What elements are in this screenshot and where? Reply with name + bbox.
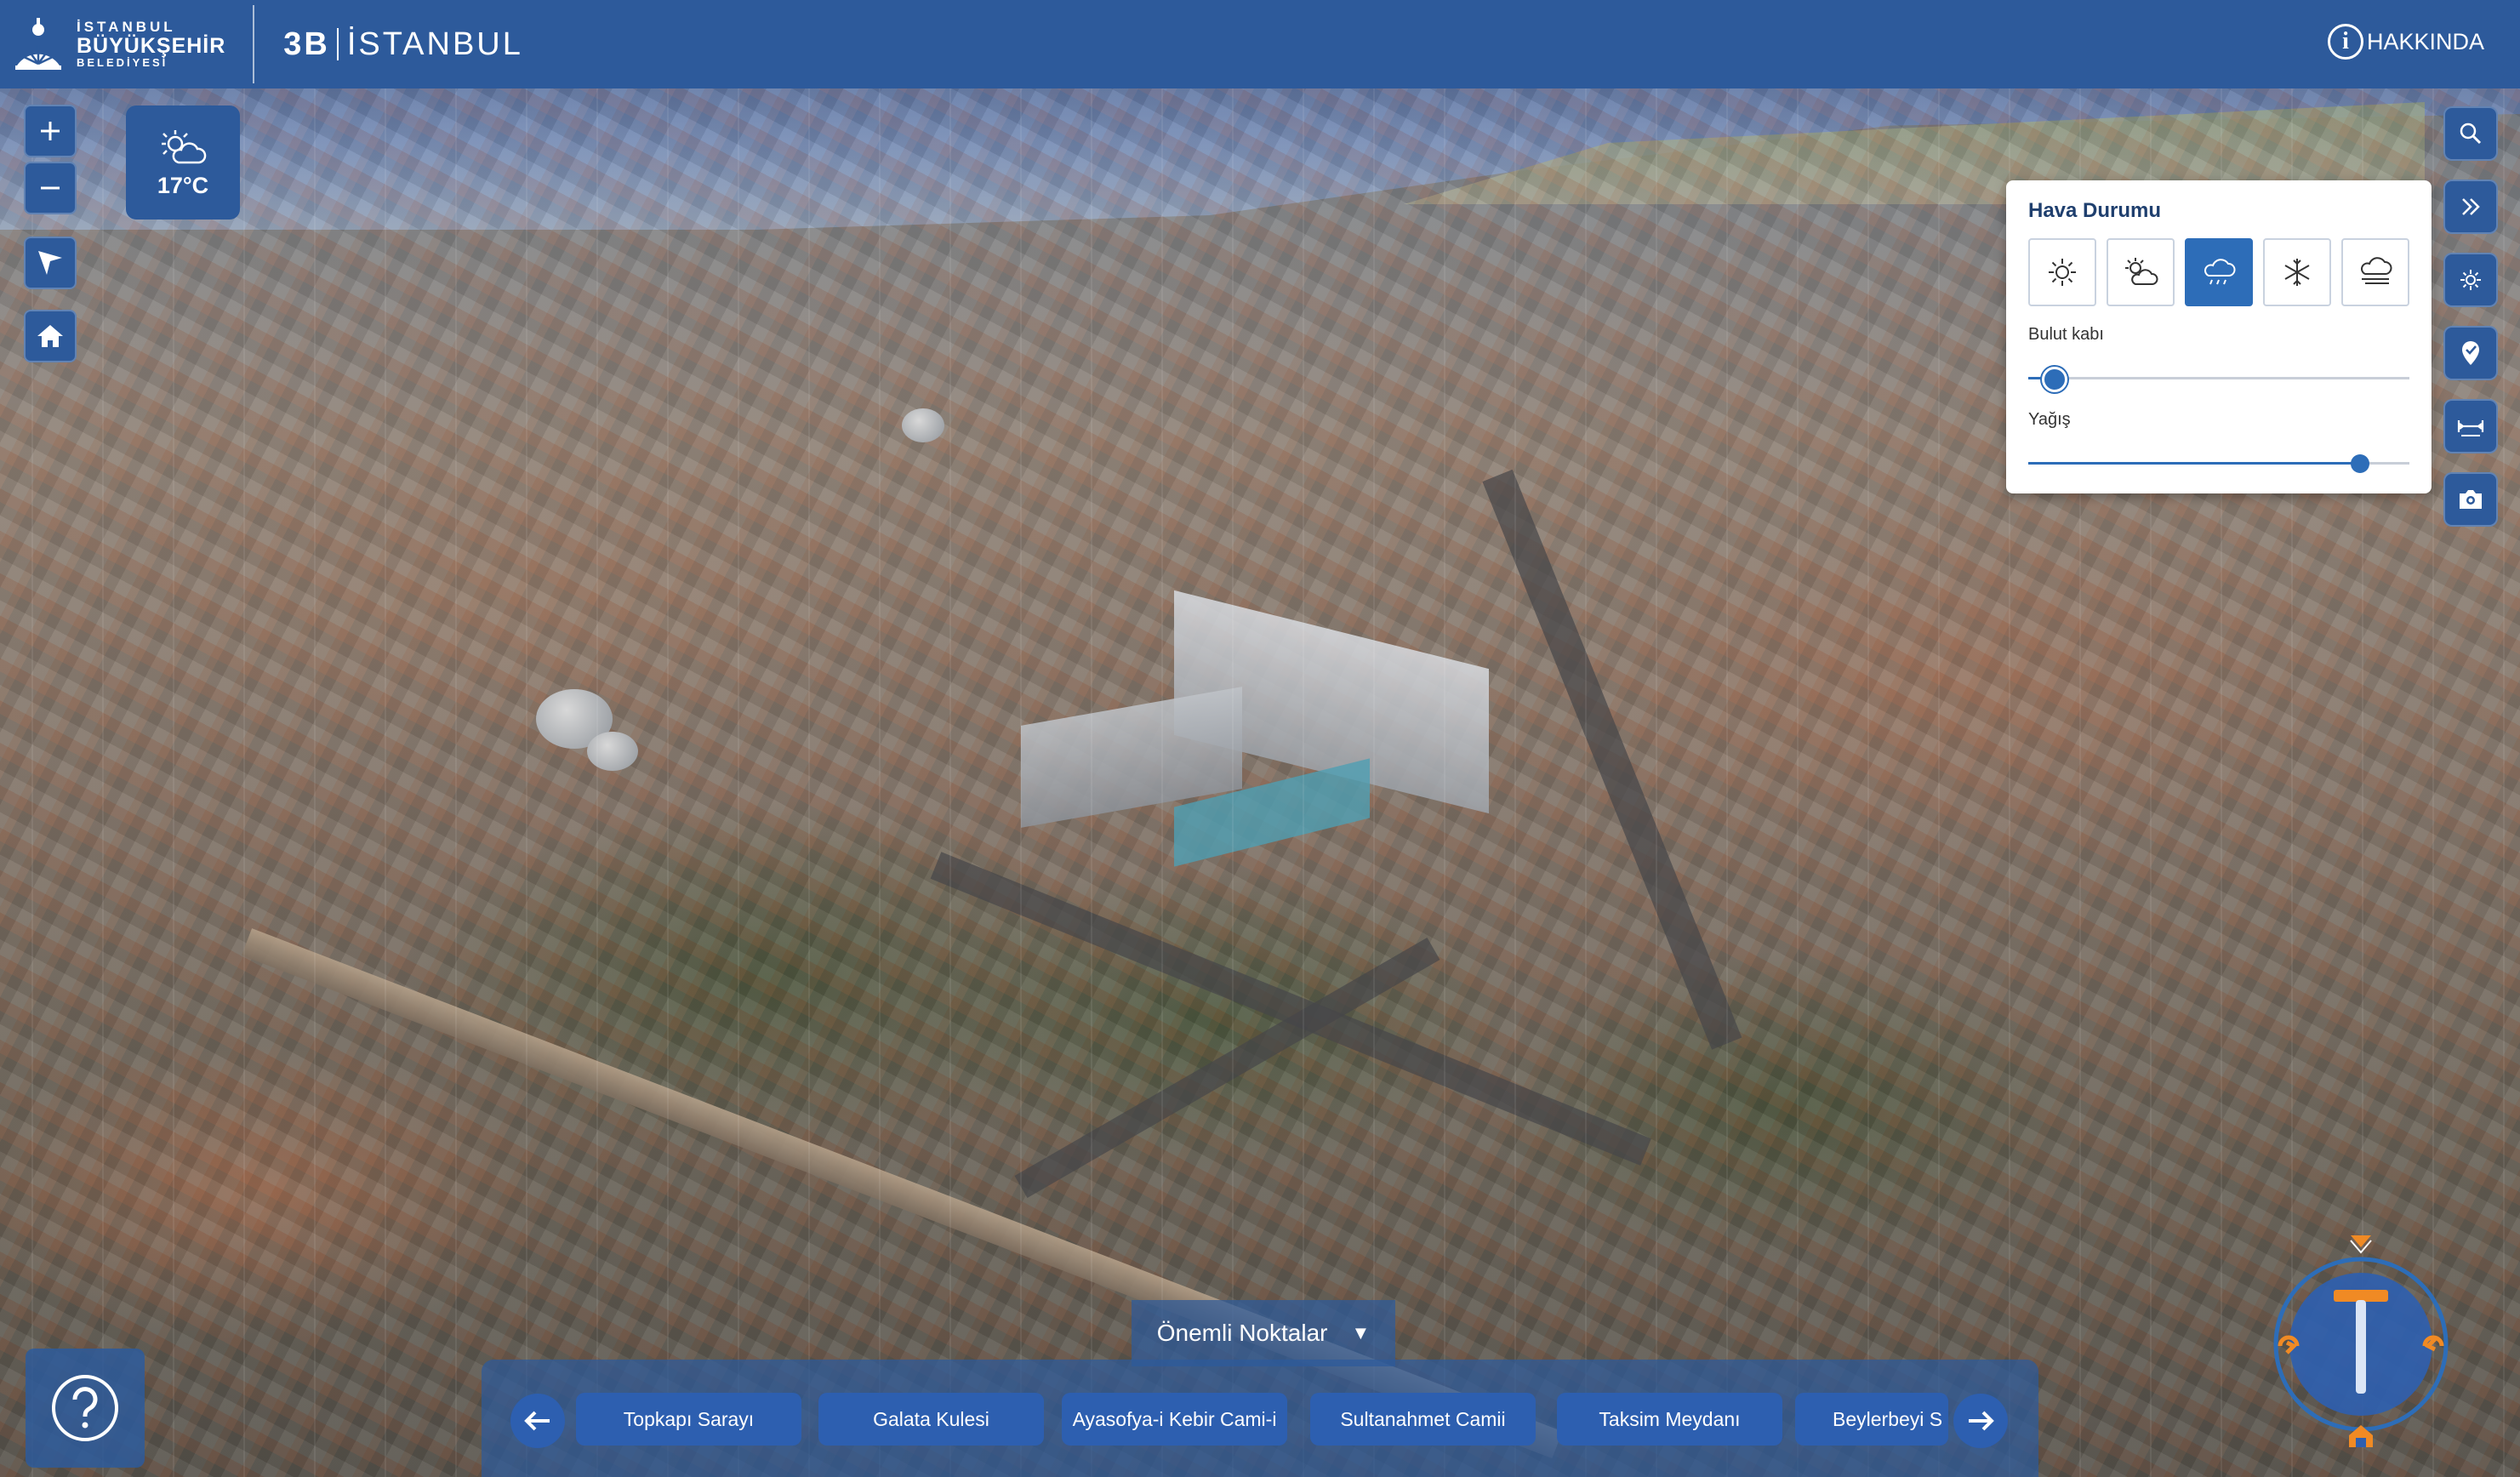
weather-panel: Hava Durumu Bulut kabı Yağış <box>2006 180 2432 493</box>
header-divider <box>253 5 255 83</box>
question-circle-icon <box>52 1375 118 1441</box>
arrow-left-icon <box>524 1411 550 1431</box>
home-view-button[interactable] <box>24 310 77 362</box>
poi-item[interactable]: Galata Kulesi <box>818 1393 1044 1446</box>
poi-item[interactable]: Taksim Meydanı <box>1557 1393 1782 1446</box>
slider-knob[interactable] <box>2042 367 2068 392</box>
org-line-1: İSTANBUL <box>77 19 176 36</box>
org-line-2: BÜYÜKŞEHİR <box>77 33 226 58</box>
snowflake-icon <box>2284 259 2310 286</box>
precipitation-label: Yağış <box>2028 410 2071 429</box>
compass-icon[interactable] <box>2263 1225 2459 1463</box>
partly-cloudy-icon <box>162 129 207 163</box>
navigate-button[interactable] <box>24 237 77 289</box>
weather-mode-fog[interactable] <box>2341 238 2409 306</box>
camera-icon <box>2460 490 2482 509</box>
weather-mode-sunny[interactable] <box>2028 238 2096 306</box>
info-circle-icon: i <box>2327 24 2363 60</box>
plus-icon <box>41 122 60 140</box>
double-chevron-right-icon <box>2462 198 2480 215</box>
temperature-readout: 17°C <box>157 172 209 198</box>
zoom-in-button[interactable] <box>24 105 77 157</box>
measure-button[interactable] <box>2443 399 2498 453</box>
weather-panel-title: Hava Durumu <box>2028 199 2162 222</box>
location-button[interactable] <box>2443 326 2498 380</box>
about-label: HAKKINDA <box>2366 28 2484 54</box>
ibb-emblem-icon <box>15 18 61 70</box>
sun-icon <box>2049 259 2076 286</box>
poi-prev-button[interactable] <box>510 1394 565 1448</box>
ibb-logo[interactable]: İSTANBUL BÜYÜKŞEHİR BELEDİYESİ <box>9 0 225 88</box>
weather-widget[interactable]: 17°C <box>126 106 240 220</box>
brand-3b: 3B <box>283 26 330 62</box>
top-header: İSTANBUL BÜYÜKŞEHİR BELEDİYESİ 3B İSTANB… <box>0 0 2520 88</box>
poi-toggle[interactable]: Önemli Noktalar ▼ <box>1132 1300 1395 1366</box>
arrow-right-icon <box>1969 1411 1994 1431</box>
poi-item[interactable]: Ayasofya-i Kebir Cami-i <box>1062 1393 1287 1446</box>
about-button[interactable]: i HAKKINDA <box>2327 24 2484 60</box>
search-button[interactable] <box>2443 106 2498 161</box>
app-brand[interactable]: 3B İSTANBUL <box>283 26 523 63</box>
poi-item[interactable]: Beylerbeyi S <box>1795 1393 1948 1446</box>
sun-icon <box>2460 270 2481 290</box>
rain-icon <box>2204 259 2236 285</box>
home-icon <box>37 325 63 347</box>
precipitation-slider[interactable] <box>2028 450 2409 476</box>
collapse-panel-button[interactable] <box>2443 180 2498 234</box>
search-icon <box>2460 123 2482 145</box>
poi-toggle-label: Önemli Noktalar <box>1156 1320 1328 1346</box>
weather-mode-snow[interactable] <box>2263 238 2331 306</box>
slider-fill <box>2028 462 2360 465</box>
slider-track <box>2028 377 2409 379</box>
screenshot-button[interactable] <box>2443 472 2498 527</box>
zoom-out-button[interactable] <box>24 162 77 214</box>
fog-icon <box>2361 257 2392 284</box>
location-pin-icon <box>2462 341 2479 365</box>
org-line-3: BELEDİYESİ <box>77 56 168 70</box>
poi-item[interactable]: Topkapı Sarayı <box>576 1393 801 1446</box>
slider-knob[interactable] <box>2350 454 2369 473</box>
brand-istanbul: İSTANBUL <box>346 26 523 62</box>
weather-mode-group <box>2028 238 2409 306</box>
weather-mode-rain[interactable] <box>2185 238 2253 306</box>
brand-separator <box>336 28 339 60</box>
help-button[interactable] <box>26 1349 145 1468</box>
weather-button[interactable] <box>2443 253 2498 307</box>
minus-icon <box>41 186 60 190</box>
partly-cloudy-icon <box>2125 258 2158 285</box>
triangle-down-icon: ▼ <box>1351 1322 1371 1343</box>
poi-next-button[interactable] <box>1953 1394 2008 1448</box>
navigation-arrow-icon <box>38 251 62 275</box>
poi-item[interactable]: Sultanahmet Camii <box>1310 1393 1536 1446</box>
weather-mode-partly-cloudy[interactable] <box>2107 238 2175 306</box>
cloud-cover-slider[interactable] <box>2028 365 2409 392</box>
cloud-cover-label: Bulut kabı <box>2028 325 2104 344</box>
measure-icon <box>2457 420 2484 436</box>
